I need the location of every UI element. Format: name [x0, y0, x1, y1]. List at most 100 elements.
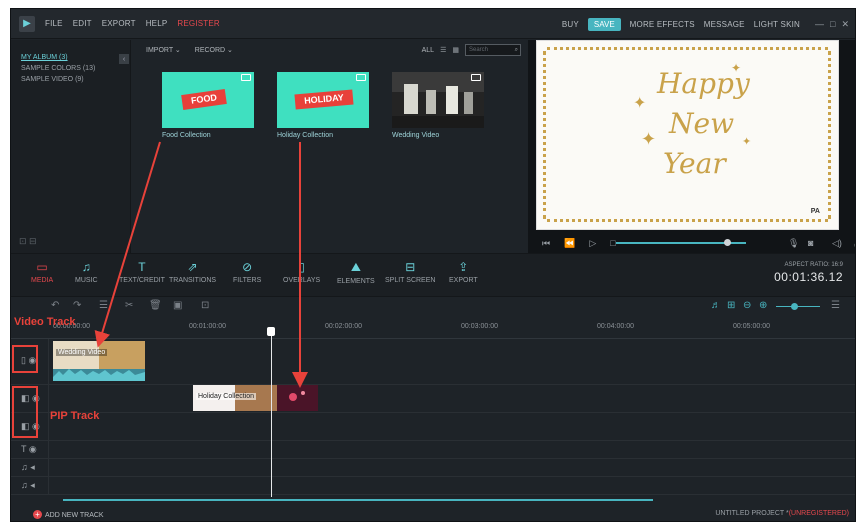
- fullscreen-icon[interactable]: ⤢: [854, 238, 855, 249]
- video-track: ▯ ◉ Wedding Video: [11, 339, 855, 385]
- zoom-out-icon[interactable]: ⊖: [743, 300, 751, 311]
- sparkle-icon: ✦: [731, 61, 742, 75]
- stop-icon[interactable]: □: [610, 238, 615, 248]
- playhead-handle[interactable]: [267, 327, 275, 336]
- add-folder-icon[interactable]: ⊡ ⊟: [19, 236, 37, 247]
- annotation-pip-track: PIP Track: [50, 410, 100, 422]
- filter-all[interactable]: ALL: [422, 47, 434, 54]
- tab-text-credit[interactable]: T TEXT/CREDIT: [119, 260, 165, 284]
- menu-register[interactable]: REGISTER: [177, 19, 220, 28]
- tab-overlays[interactable]: ▯ OVERLAYS: [283, 260, 320, 284]
- timeline-toolbar: ↶ ↷ ☰ ✂ 🗑 ▣ ⊡ ♬ ⊞ ⊖ ⊕ ☰: [11, 298, 855, 316]
- zoom-slider-knob[interactable]: [791, 303, 798, 310]
- sparkle-icon: ✦: [641, 129, 657, 149]
- playhead[interactable]: [271, 327, 272, 497]
- music-icon: ♫: [81, 260, 91, 274]
- preview-text-year: Year: [663, 147, 726, 180]
- timeline-ruler[interactable]: 00:00:00:00 00:01:00:00 00:02:00:00 00:0…: [11, 317, 855, 339]
- tab-media[interactable]: ▭ MEDIA: [31, 260, 53, 284]
- project-status: UNTITLED PROJECT *(UNREGISTERED): [715, 510, 849, 517]
- tab-export[interactable]: ⇪ EXPORT: [449, 260, 478, 284]
- music-track-icon[interactable]: ♫ ◂: [21, 480, 35, 491]
- buy-button[interactable]: BUY: [562, 20, 579, 29]
- sidebar-item-my-album[interactable]: MY ALBUM (3): [11, 52, 130, 63]
- media-icon: ▭: [36, 260, 48, 274]
- tab-music[interactable]: ♫ MUSIC: [75, 260, 98, 284]
- text-icon: T: [138, 260, 146, 274]
- sidebar-item-sample-video[interactable]: SAMPLE VIDEO (9): [11, 74, 130, 85]
- pip-clip[interactable]: Holiday Collection: [193, 385, 318, 411]
- grid-view-icon[interactable]: ▦: [452, 46, 459, 54]
- import-dropdown[interactable]: IMPORT ⌄: [146, 46, 181, 54]
- delete-icon[interactable]: 🗑: [149, 300, 162, 311]
- timeline-menu-icon[interactable]: ☰: [831, 300, 840, 311]
- video-clip-label: Wedding Video: [56, 349, 108, 356]
- menu-help[interactable]: HELP: [146, 19, 168, 28]
- more-effects-button[interactable]: MORE EFFECTS: [630, 20, 695, 29]
- media-label-food: Food Collection: [162, 132, 211, 139]
- text-track-icon[interactable]: T ◉: [21, 444, 37, 455]
- ruler-tick: 00:04:00:00: [597, 323, 634, 330]
- holiday-tag: HOLIDAY: [294, 89, 354, 110]
- menu-right-group: BUY SAVE MORE EFFECTS MESSAGE LIGHT SKIN…: [562, 9, 849, 39]
- undo-icon[interactable]: ↶: [51, 300, 59, 311]
- sidebar-item-sample-colors[interactable]: SAMPLE COLORS (13): [11, 63, 130, 74]
- maximize-icon[interactable]: □: [830, 19, 835, 29]
- playback-controls: ⏮ ⏪ ▷ □ 🎙 ◙ ◁) ⤢: [528, 233, 855, 253]
- close-icon[interactable]: ✕: [841, 19, 849, 30]
- media-thumb-wedding[interactable]: [392, 72, 484, 128]
- snapshot-icon[interactable]: ◙: [808, 238, 813, 248]
- tab-elements[interactable]: ⛰ ELEMENTS: [337, 260, 375, 285]
- ruler-tick: 00:05:00:00: [733, 323, 770, 330]
- timecode: 00:01:36.12: [774, 270, 843, 284]
- aspect-ratio-display: ASPECT RATIO: 16:9 00:01:36.12: [774, 262, 843, 284]
- media-label-wedding: Wedding Video: [392, 132, 440, 139]
- record-dropdown[interactable]: RECORD ⌄: [195, 46, 233, 54]
- minimize-icon[interactable]: —: [815, 19, 824, 29]
- adjust-icon[interactable]: ☰: [99, 300, 108, 311]
- menu-edit[interactable]: EDIT: [73, 19, 92, 28]
- tab-filters[interactable]: ⊘ FILTERS: [233, 260, 261, 284]
- pip-clip-label: Holiday Collection: [196, 393, 257, 400]
- preview-text-new: New: [669, 107, 735, 140]
- search-icon: ⌕: [514, 47, 518, 53]
- zoom-slider[interactable]: [776, 306, 820, 307]
- cut-icon[interactable]: ✂: [125, 300, 133, 311]
- annotation-box-video: [12, 345, 38, 373]
- timeline-scrollbar[interactable]: [63, 499, 653, 501]
- skip-back-icon[interactable]: ⏮: [542, 238, 550, 249]
- preview-canvas: Happy New Year ✦ ✦ ✦ ✦ PA: [536, 40, 839, 230]
- audio-mixer-icon[interactable]: ♬: [711, 300, 721, 311]
- light-skin-button[interactable]: LIGHT SKIN: [754, 20, 800, 29]
- menu-export[interactable]: EXPORT: [102, 19, 136, 28]
- search-input[interactable]: Search ⌕: [465, 44, 521, 56]
- media-thumb-holiday[interactable]: HOLIDAY: [277, 72, 369, 128]
- music-track-icon[interactable]: ♫ ◂: [21, 462, 35, 473]
- split-screen-icon: ⊟: [405, 260, 416, 274]
- tab-transitions[interactable]: ⇗ TRANSITIONS: [169, 260, 216, 284]
- menu-file[interactable]: FILE: [45, 19, 63, 28]
- crop-icon[interactable]: ▣: [173, 300, 182, 311]
- video-clip[interactable]: Wedding Video: [53, 341, 145, 381]
- zoom-in-icon[interactable]: ⊕: [759, 300, 767, 311]
- preview-watermark: PA: [810, 208, 820, 215]
- volume-icon[interactable]: ◁): [832, 238, 842, 249]
- media-thumb-food[interactable]: FOOD: [162, 72, 254, 128]
- tab-split-screen[interactable]: ⊟ SPLIT SCREEN: [385, 260, 435, 284]
- add-new-track-button[interactable]: + ADD NEW TRACK: [33, 510, 104, 519]
- music-track-2: ♫ ◂: [11, 477, 855, 495]
- redo-icon[interactable]: ↷: [73, 300, 81, 311]
- wedding-clip-thumbnail: [53, 341, 145, 381]
- snapshot-icon[interactable]: ⊡: [201, 300, 209, 311]
- save-button[interactable]: SAVE: [587, 17, 621, 31]
- sparkle-icon: ✦: [633, 95, 647, 112]
- main-toolbar: ▭ MEDIA ♫ MUSIC T TEXT/CREDIT ⇗ TRANSITIONS …: [11, 253, 855, 297]
- play-icon[interactable]: ▷: [589, 238, 596, 249]
- message-button[interactable]: MESSAGE: [704, 20, 745, 29]
- playback-knob[interactable]: [724, 239, 731, 246]
- mic-icon[interactable]: 🎙: [788, 238, 799, 249]
- collapse-sidebar-button[interactable]: ‹: [119, 54, 129, 64]
- step-back-icon[interactable]: ⏪: [564, 238, 575, 249]
- list-view-icon[interactable]: ☰: [440, 46, 446, 54]
- fit-icon[interactable]: ⊞: [727, 300, 735, 311]
